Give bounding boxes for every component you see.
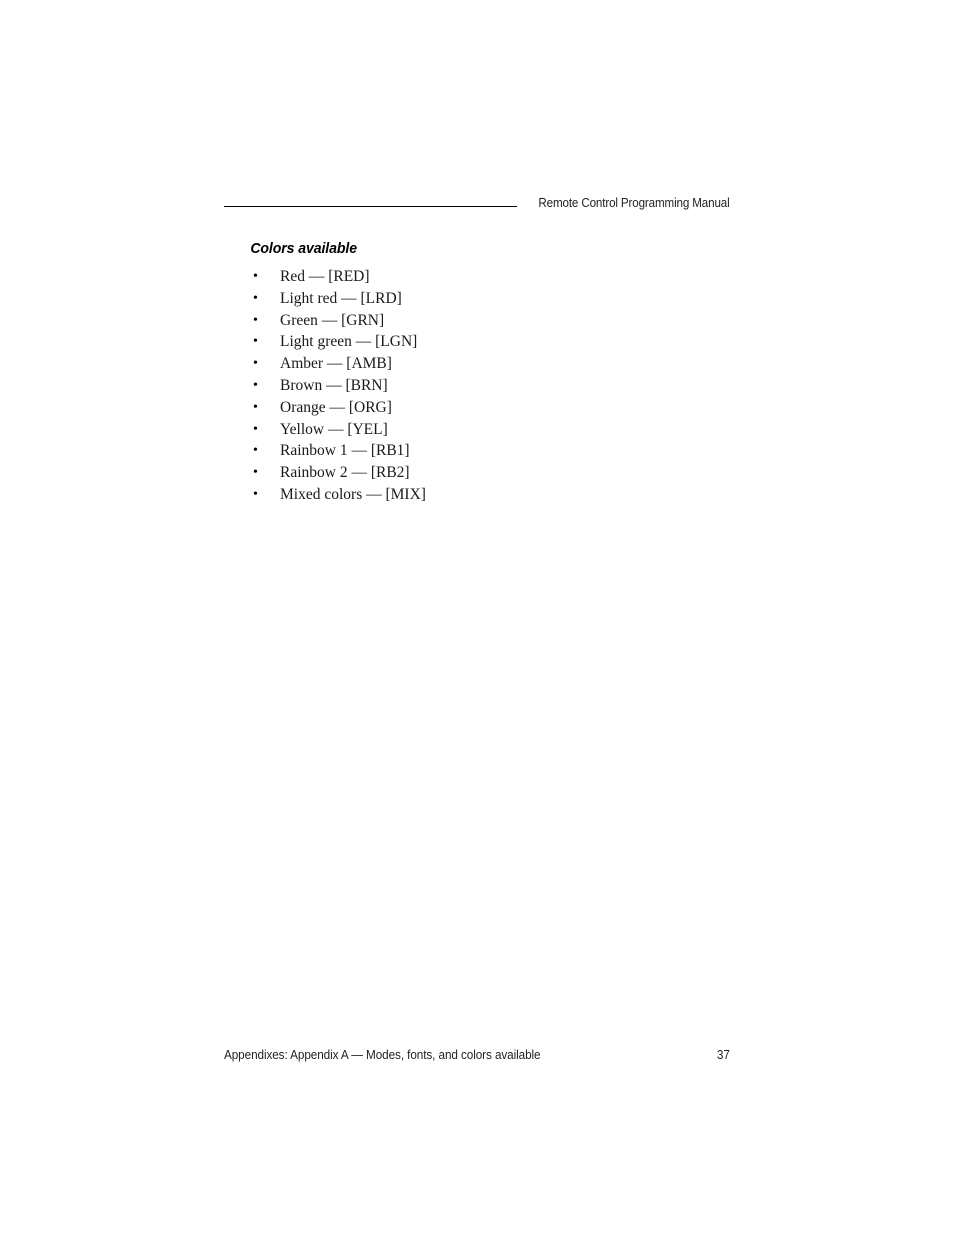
list-item: • Yellow — [YEL] xyxy=(224,419,744,441)
bullet-icon: • xyxy=(253,443,258,459)
list-item-label: Rainbow 2 — [RB2] xyxy=(280,464,410,482)
footer-breadcrumb: Appendixes: Appendix A — Modes, fonts, a… xyxy=(224,1048,541,1062)
bullet-icon: • xyxy=(253,377,258,393)
list-item: • Orange — [ORG] xyxy=(224,397,744,419)
list-item: • Green — [GRN] xyxy=(224,310,744,332)
bullet-icon: • xyxy=(253,290,258,306)
list-item-label: Light green — [LGN] xyxy=(280,333,418,351)
list-item: • Light red — [LRD] xyxy=(224,288,744,310)
list-item: • Rainbow 2 — [RB2] xyxy=(224,462,744,484)
page-header: Remote Control Programming Manual xyxy=(224,190,730,216)
list-item-label: Brown — [BRN] xyxy=(280,376,388,394)
bullet-icon: • xyxy=(253,399,258,415)
bullet-icon: • xyxy=(253,465,258,481)
list-item-label: Yellow — [YEL] xyxy=(280,420,388,438)
list-item: • Red — [RED] xyxy=(224,266,744,288)
list-item: • Mixed colors — [MIX] xyxy=(224,484,744,506)
bullet-icon: • xyxy=(253,421,258,437)
section-heading: Colors available xyxy=(250,240,357,257)
bullet-icon: • xyxy=(253,486,258,502)
bullet-icon: • xyxy=(253,356,258,372)
list-item-label: Green — [GRN] xyxy=(280,311,385,329)
bullet-icon: • xyxy=(253,334,258,350)
page-content: Colors available • Red — [RED] • Light r… xyxy=(224,240,744,506)
list-item-label: Amber — [AMB] xyxy=(280,355,392,373)
manual-title: Remote Control Programming Manual xyxy=(538,196,730,210)
list-item-label: Orange — [ORG] xyxy=(280,398,392,416)
list-item-label: Light red — [LRD] xyxy=(280,289,402,307)
list-item-label: Rainbow 1 — [RB1] xyxy=(280,442,410,460)
colors-available-list: • Red — [RED] • Light red — [LRD] • Gree… xyxy=(224,266,744,506)
bullet-icon: • xyxy=(253,269,258,284)
header-rule xyxy=(224,205,518,207)
list-item-label: Mixed colors — [MIX] xyxy=(280,485,426,503)
list-item: • Amber — [AMB] xyxy=(224,353,744,375)
page-footer: Appendixes: Appendix A — Modes, fonts, a… xyxy=(224,1048,730,1062)
document-page: Remote Control Programming Manual Colors… xyxy=(0,0,954,1235)
list-item: • Light green — [LGN] xyxy=(224,331,744,353)
bullet-icon: • xyxy=(253,312,258,328)
list-item-label: Red — [RED] xyxy=(280,268,370,285)
page-number: 37 xyxy=(716,1048,730,1062)
list-item: • Brown — [BRN] xyxy=(224,375,744,397)
list-item: • Rainbow 1 — [RB1] xyxy=(224,440,744,462)
